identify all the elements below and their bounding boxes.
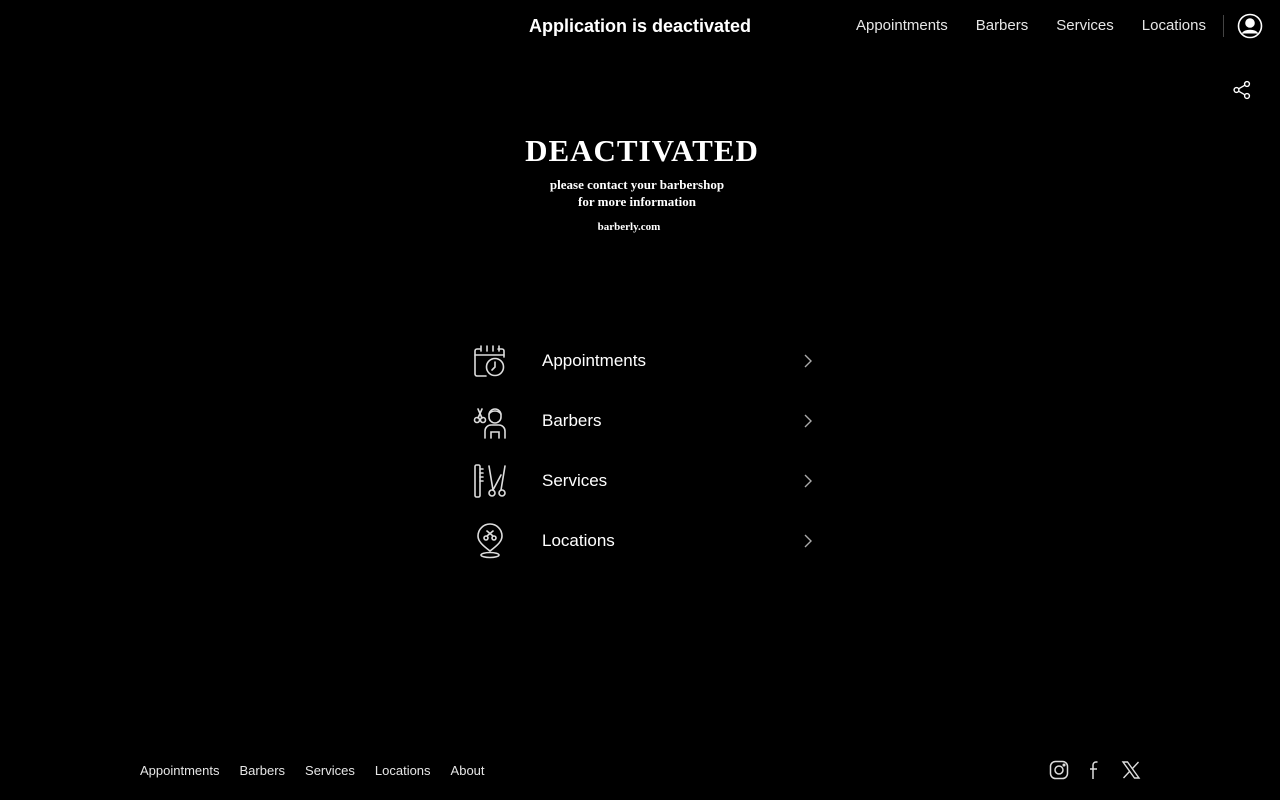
contact-line-1: please contact your barbershop bbox=[549, 177, 725, 192]
menu-item-services[interactable]: Services bbox=[470, 451, 820, 511]
site-url: barberly.com bbox=[597, 221, 661, 233]
menu-item-label: Locations bbox=[542, 531, 615, 550]
menu-item-label: Barbers bbox=[542, 411, 602, 430]
menu-item-label: Services bbox=[542, 471, 608, 490]
deactivated-logo: DEACTIVATED please contact your barbersh… bbox=[510, 132, 770, 234]
social-links bbox=[1048, 759, 1156, 781]
chevron-right-icon bbox=[804, 354, 812, 368]
chevron-right-icon bbox=[804, 414, 812, 428]
menu-item-barbers[interactable]: Barbers bbox=[470, 391, 820, 451]
share-icon[interactable] bbox=[1232, 80, 1252, 100]
footer-link-locations[interactable]: Locations bbox=[375, 762, 431, 780]
footer-nav: Appointments Barbers Services Locations … bbox=[140, 762, 505, 780]
barber-icon bbox=[470, 401, 510, 441]
main-menu: Appointments Barbers Services Locations bbox=[470, 331, 820, 571]
top-nav: Appointments Barbers Services Locations bbox=[828, 15, 1206, 37]
contact-message: please contact your barbershop for more … bbox=[504, 176, 770, 210]
top-nav-barbers[interactable]: Barbers bbox=[976, 15, 1029, 37]
comb-scissors-icon bbox=[470, 461, 510, 501]
chevron-right-icon bbox=[804, 474, 812, 488]
location-pin-icon bbox=[470, 521, 510, 561]
footer-link-barbers[interactable]: Barbers bbox=[240, 762, 286, 780]
page: Application is deactivated Appointments … bbox=[0, 0, 1280, 800]
app-status-title: Application is deactivated bbox=[528, 16, 752, 36]
top-nav-appointments[interactable]: Appointments bbox=[856, 15, 948, 37]
deactivated-heading: DEACTIVATED bbox=[525, 133, 759, 168]
top-nav-locations[interactable]: Locations bbox=[1142, 15, 1206, 37]
footer-link-services[interactable]: Services bbox=[305, 762, 355, 780]
contact-line-2: for more information bbox=[578, 194, 696, 209]
top-nav-services[interactable]: Services bbox=[1056, 15, 1114, 37]
facebook-icon[interactable] bbox=[1084, 759, 1106, 781]
menu-item-locations[interactable]: Locations bbox=[470, 511, 820, 571]
menu-item-label: Appointments bbox=[542, 351, 646, 370]
instagram-icon[interactable] bbox=[1048, 759, 1070, 781]
footer-link-appointments[interactable]: Appointments bbox=[140, 762, 220, 780]
chevron-right-icon bbox=[804, 534, 812, 548]
menu-item-appointments[interactable]: Appointments bbox=[470, 331, 820, 391]
x-icon[interactable] bbox=[1120, 759, 1142, 781]
user-circle-icon[interactable] bbox=[1237, 13, 1263, 39]
nav-divider bbox=[1223, 15, 1224, 37]
footer-link-about[interactable]: About bbox=[451, 762, 485, 780]
calendar-clock-icon bbox=[470, 341, 510, 381]
